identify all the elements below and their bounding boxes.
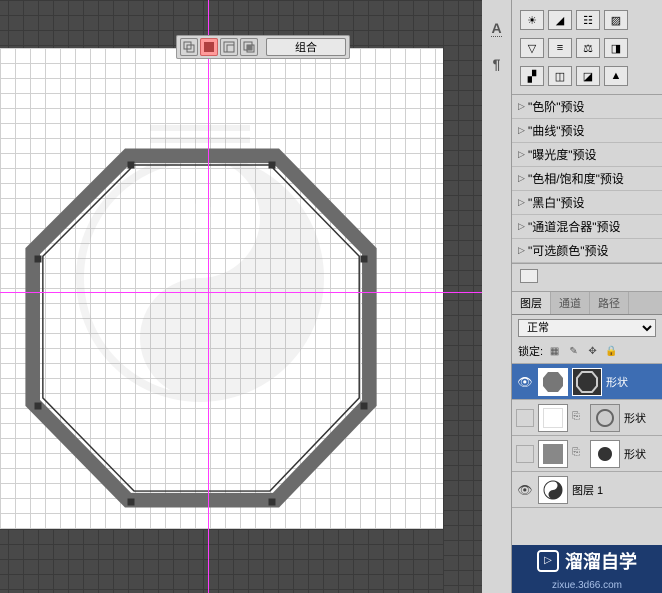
blend-mode-select[interactable]: 正常: [518, 319, 656, 337]
path-op-new-layer[interactable]: [180, 38, 198, 56]
layer-name[interactable]: 形状: [624, 446, 646, 462]
channel-mixer-icon[interactable]: ◫: [548, 66, 572, 86]
triangle-right-icon: ▷: [518, 245, 528, 256]
tab-paths[interactable]: 路径: [590, 292, 629, 314]
guide-vertical[interactable]: [208, 0, 209, 593]
triangle-right-icon: ▷: [518, 125, 528, 136]
invert-icon[interactable]: ◪: [576, 66, 600, 86]
layer-row[interactable]: ⎘ 形状: [512, 400, 662, 436]
layer-row[interactable]: 👁 形状: [512, 364, 662, 400]
path-op-intersect[interactable]: [240, 38, 258, 56]
lock-all-icon[interactable]: 🔒: [604, 344, 619, 358]
color-balance-icon[interactable]: ⚖: [576, 38, 600, 58]
layer-row[interactable]: 👁 图层 1: [512, 472, 662, 508]
octagon-path[interactable]: [38, 165, 366, 493]
guide-horizontal[interactable]: [0, 292, 482, 293]
layer-thumbnail[interactable]: [538, 404, 568, 432]
visibility-icon[interactable]: 👁: [516, 373, 534, 391]
triangle-right-icon: ▷: [518, 101, 528, 112]
anchor-point[interactable]: [35, 403, 42, 410]
vector-mask-thumbnail[interactable]: [590, 440, 620, 468]
grid-dark-right: [443, 0, 482, 593]
exposure-icon[interactable]: ▨: [604, 10, 628, 30]
adjustment-footer: [512, 264, 662, 292]
layer-row[interactable]: ⎘ 形状: [512, 436, 662, 472]
panel-tabs: 图层 通道 路径: [512, 292, 662, 315]
tab-channels[interactable]: 通道: [551, 292, 590, 314]
path-op-subtract[interactable]: [220, 38, 238, 56]
anchor-point[interactable]: [361, 403, 368, 410]
triangle-right-icon: ▷: [518, 197, 528, 208]
anchor-point[interactable]: [269, 162, 276, 169]
visibility-icon[interactable]: 👁: [516, 481, 534, 499]
triangle-right-icon: ▷: [518, 149, 528, 160]
canvas-area[interactable]: 组合: [0, 0, 482, 593]
watermark-url: zixue.3d66.com: [552, 580, 622, 591]
lock-row: 锁定: ▦ ✎ ✥ 🔒: [512, 341, 662, 364]
hue-sat-icon[interactable]: ≡: [548, 38, 572, 58]
brightness-contrast-icon[interactable]: ☀: [520, 10, 544, 30]
lock-position-icon[interactable]: ✥: [585, 344, 600, 358]
anchor-point[interactable]: [361, 256, 368, 263]
grid-dark-bottom: [0, 529, 482, 593]
new-adjustment-icon[interactable]: [520, 269, 538, 283]
collapsed-panel-strip: A ¶: [482, 0, 512, 593]
layer-name[interactable]: 图层 1: [572, 482, 603, 498]
levels-icon[interactable]: ◢: [548, 10, 572, 30]
layer-thumbnail[interactable]: [538, 476, 568, 504]
lock-pixel-icon[interactable]: ✎: [566, 344, 581, 358]
triangle-right-icon: ▷: [518, 221, 528, 232]
anchor-point[interactable]: [128, 499, 135, 506]
visibility-off[interactable]: [516, 445, 534, 463]
blend-mode-row: 正常: [512, 315, 662, 341]
visibility-off[interactable]: [516, 409, 534, 427]
vector-mask-thumbnail[interactable]: [572, 368, 602, 396]
combine-button[interactable]: 组合: [266, 38, 346, 56]
paragraph-panel-icon[interactable]: ¶: [487, 54, 507, 74]
black-white-icon[interactable]: ◨: [604, 38, 628, 58]
preset-hue-sat[interactable]: ▷"色相/饱和度"预设: [512, 167, 662, 191]
preset-selective-color[interactable]: ▷"可选颜色"预设: [512, 239, 662, 263]
link-icon[interactable]: ⎘: [572, 411, 586, 425]
preset-black-white[interactable]: ▷"黑白"预设: [512, 191, 662, 215]
posterize-icon[interactable]: ▲: [604, 66, 628, 86]
lock-transparent-icon[interactable]: ▦: [547, 344, 562, 358]
vibrance-icon[interactable]: ▽: [520, 38, 544, 58]
path-op-add[interactable]: [200, 38, 218, 56]
presets-list: ▷"色阶"预设 ▷"曲线"预设 ▷"曝光度"预设 ▷"色相/饱和度"预设 ▷"黑…: [512, 95, 662, 264]
link-icon[interactable]: ⎘: [572, 447, 586, 461]
preset-curves[interactable]: ▷"曲线"预设: [512, 119, 662, 143]
tab-layers[interactable]: 图层: [512, 292, 551, 314]
lock-label: 锁定:: [518, 343, 543, 359]
anchor-point[interactable]: [269, 499, 276, 506]
layer-thumbnail[interactable]: [538, 368, 568, 396]
adjustments-panel: ☀ ◢ ☷ ▨ ▽ ≡ ⚖ ◨ ▞ ◫ ◪ ▲: [512, 0, 662, 95]
vector-mask-thumbnail[interactable]: [590, 404, 620, 432]
triangle-right-icon: ▷: [518, 173, 528, 184]
layer-name[interactable]: 形状: [606, 374, 628, 390]
layer-thumbnail[interactable]: [538, 440, 568, 468]
preset-exposure[interactable]: ▷"曝光度"预设: [512, 143, 662, 167]
photo-filter-icon[interactable]: ▞: [520, 66, 544, 86]
anchor-point[interactable]: [128, 162, 135, 169]
type-panel-icon[interactable]: A: [487, 18, 507, 38]
side-panels: A ¶ ☀ ◢ ☷ ▨ ▽ ≡ ⚖ ◨ ▞ ◫ ◪ ▲: [482, 0, 662, 593]
layer-name[interactable]: 形状: [624, 410, 646, 426]
preset-channel-mixer[interactable]: ▷"通道混合器"预设: [512, 215, 662, 239]
anchor-point[interactable]: [35, 256, 42, 263]
preset-levels[interactable]: ▷"色阶"预设: [512, 95, 662, 119]
play-icon: ▷: [537, 550, 559, 572]
right-panels-stack: ☀ ◢ ☷ ▨ ▽ ≡ ⚖ ◨ ▞ ◫ ◪ ▲ ▷"色阶"预设 ▷"曲线"预设 …: [512, 0, 662, 593]
path-operations-toolbar: 组合: [176, 35, 350, 59]
watermark: ▷ 溜溜自学 zixue.3d66.com: [512, 545, 662, 593]
curves-icon[interactable]: ☷: [576, 10, 600, 30]
watermark-text: 溜溜自学: [565, 548, 637, 574]
canvas[interactable]: [0, 48, 443, 529]
